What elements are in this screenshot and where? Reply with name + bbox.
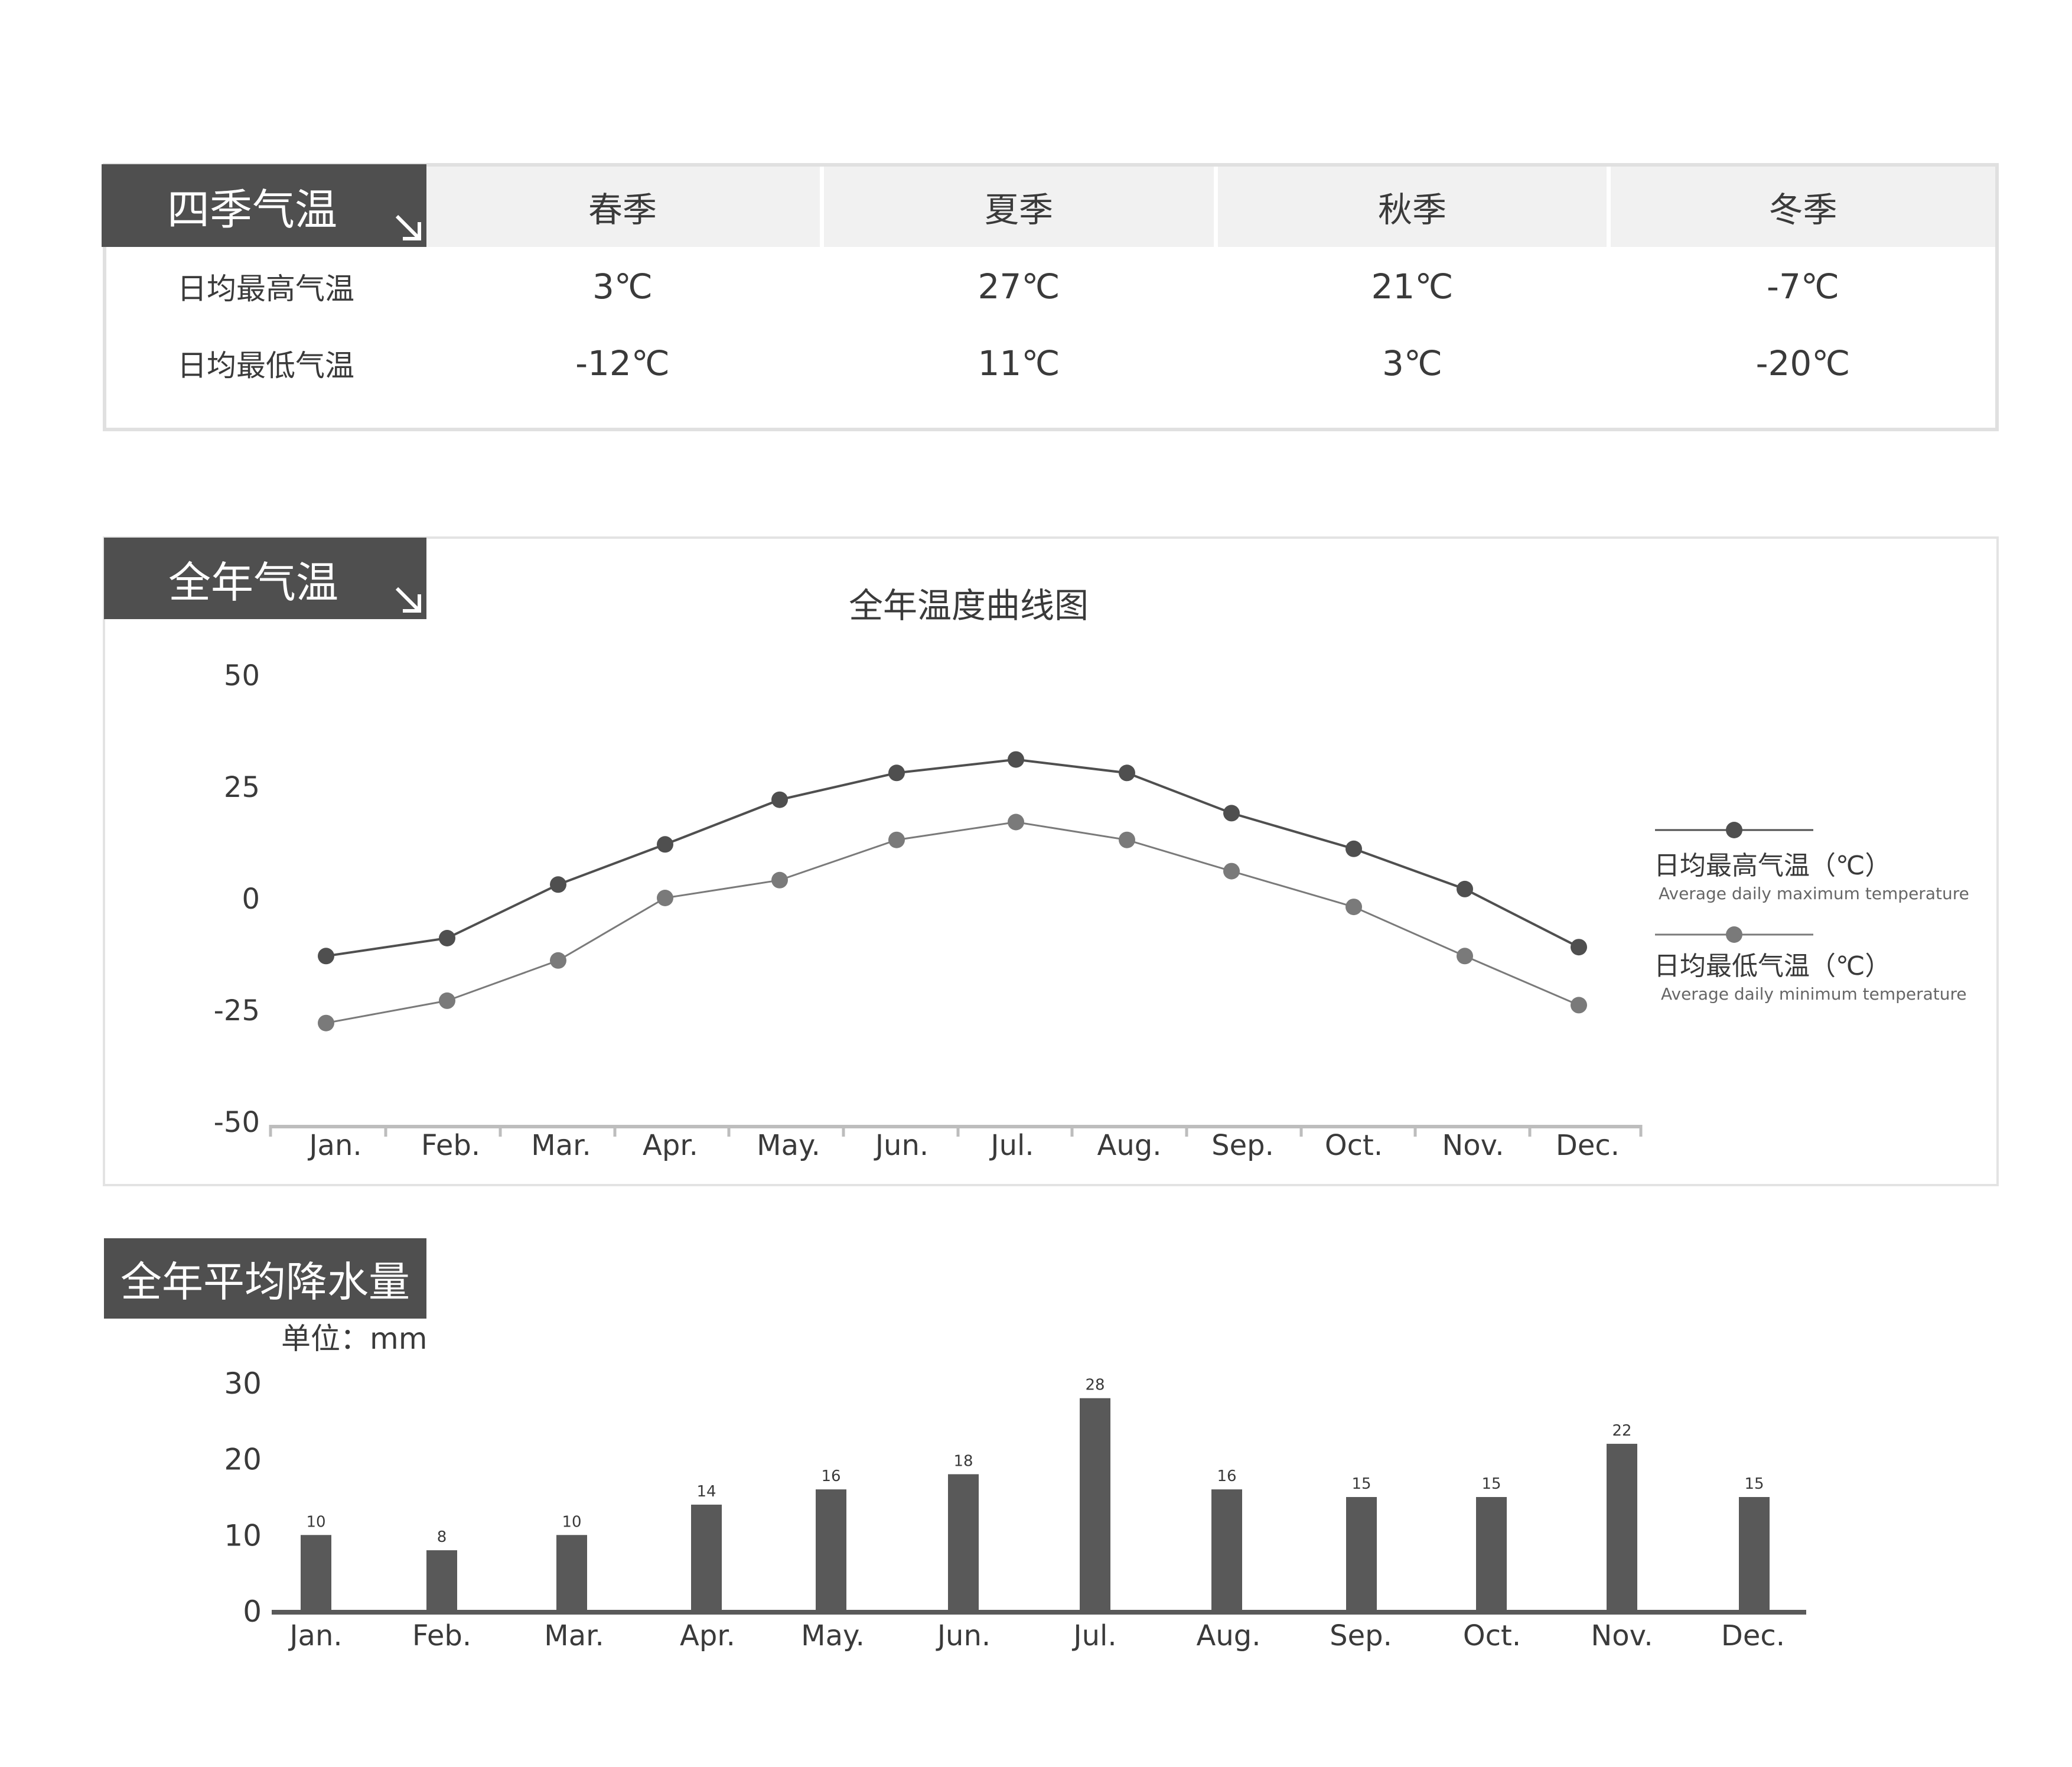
bar-y-tick-label: 30 [224, 1366, 262, 1401]
precipitation-bar [691, 1504, 722, 1611]
bar-y-tick-label: 10 [224, 1518, 262, 1553]
precipitation-bar [556, 1535, 587, 1611]
bar-y-tick-label: 0 [243, 1594, 262, 1629]
bar-value-label: 15 [1744, 1475, 1764, 1493]
bar-value-label: 16 [821, 1467, 840, 1485]
precipitation-bar [426, 1550, 457, 1611]
bar-x-tick-label: Jul. [1071, 1619, 1116, 1652]
bar-x-tick-label: Sep. [1330, 1619, 1392, 1652]
precipitation-bar [1476, 1497, 1507, 1611]
bar-x-tick-label: Feb. [412, 1619, 471, 1652]
bar-value-label: 10 [562, 1513, 581, 1531]
bar-value-label: 14 [696, 1483, 716, 1501]
bar-value-label: 8 [437, 1528, 447, 1546]
bar-value-label: 18 [953, 1452, 973, 1470]
precipitation-bar [1080, 1398, 1110, 1611]
bar-value-label: 16 [1217, 1467, 1236, 1485]
bar-value-label: 15 [1351, 1475, 1371, 1493]
precipitation-bar [1211, 1489, 1242, 1611]
bar-x-tick-label: Dec. [1721, 1619, 1785, 1652]
bar-x-tick-label: Jan. [288, 1619, 342, 1652]
bar-value-label: 10 [306, 1513, 325, 1531]
bar-value-label: 28 [1085, 1376, 1105, 1394]
precipitation-bar [1346, 1497, 1377, 1611]
bar-y-axis: 30 20 10 0 [224, 1366, 262, 1629]
bar-value-label: 15 [1481, 1475, 1501, 1493]
precipitation-bar [1739, 1497, 1770, 1611]
bar-x-tick-label: Aug. [1197, 1619, 1261, 1652]
precipitation-bar [301, 1535, 331, 1611]
bar-x-tick-label: Jun. [936, 1619, 991, 1652]
precipitation-bar-chart: 30 20 10 0 10 Jan. 8 Feb. 10 Mar. 14 Apr. 16 May. 18 J… [224, 1366, 1806, 1652]
precipitation-bar [948, 1474, 979, 1611]
bar-y-tick-label: 20 [224, 1443, 262, 1477]
bar-series-group: 10 Jan. 8 Feb. 10 Mar. 14 Apr. 16 May. 18 Jun. 28 Jul… [272, 1376, 1806, 1652]
bar-x-tick-label: Mar. [544, 1619, 604, 1652]
bar-x-tick-label: Nov. [1591, 1619, 1653, 1652]
bar-x-tick-label: May. [801, 1619, 865, 1652]
bar-value-label: 22 [1612, 1422, 1631, 1440]
bar-x-tick-label: Oct. [1463, 1619, 1521, 1652]
precipitation-bar [1607, 1443, 1637, 1611]
bar-x-tick-label: Apr. [680, 1619, 735, 1652]
precipitation-bar [816, 1489, 846, 1611]
